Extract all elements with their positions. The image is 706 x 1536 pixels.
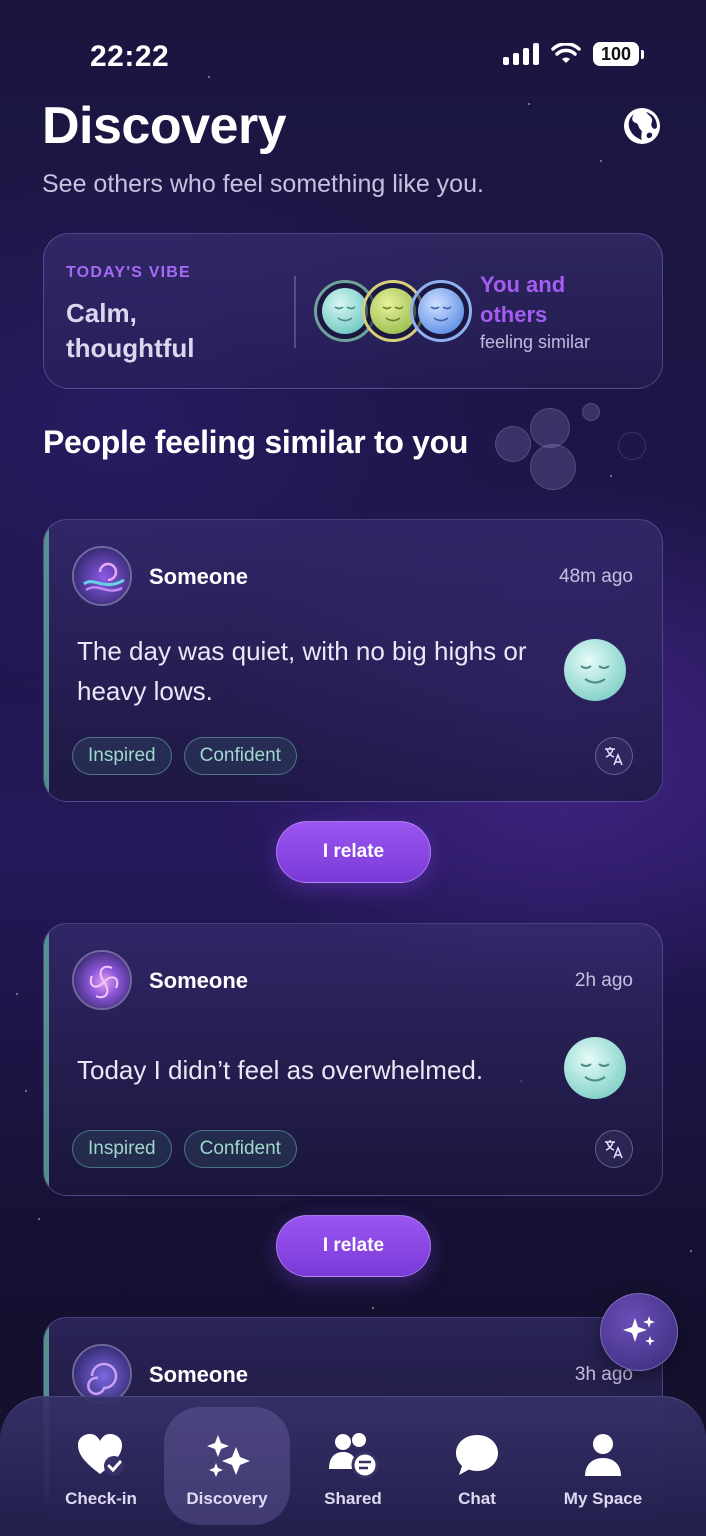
mood-tag: Confident — [183, 737, 297, 775]
post-time: 48m ago — [559, 566, 633, 587]
translate-button[interactable] — [595, 1130, 633, 1168]
post-text: The day was quiet, with no big highs or … — [77, 636, 527, 706]
battery-icon: 100 — [593, 42, 644, 66]
post-author: Someone — [149, 564, 249, 589]
ai-sparkle-button[interactable] — [600, 1293, 678, 1371]
translate-icon — [605, 747, 623, 766]
post-tags: Inspired Confident — [72, 737, 297, 775]
vibe-others-title: You and others — [480, 272, 566, 327]
vibe-value: Calm, thoughtful — [66, 298, 195, 363]
status-time: 22:22 — [90, 40, 170, 73]
post-tags: Inspired Confident — [72, 1130, 297, 1168]
calm-face-icon — [564, 639, 626, 701]
nav-item-chat[interactable]: Chat — [414, 1397, 540, 1527]
battery-level: 100 — [593, 42, 639, 66]
nav-label: Chat — [458, 1489, 496, 1508]
page-subtitle: See others who feel something like you. — [42, 170, 484, 198]
translate-icon — [605, 1140, 623, 1159]
heart-check-icon — [78, 1434, 124, 1476]
bubble-decoration — [495, 426, 531, 462]
calm-face-icon — [564, 1037, 626, 1099]
nav-label: My Space — [563, 1489, 643, 1508]
status-indicators: 100 — [503, 42, 644, 66]
vibe-divider — [294, 276, 296, 348]
post-time: 2h ago — [574, 970, 633, 991]
mood-tag: Inspired — [72, 1130, 172, 1168]
vibe-label: TODAY'S VIBE — [66, 264, 191, 281]
similar-faces — [314, 280, 472, 344]
globe-icon[interactable] — [622, 106, 662, 146]
people-chat-icon — [329, 1433, 379, 1479]
post-card[interactable]: Someone 48m ago The day was quiet, with … — [43, 519, 663, 802]
translate-button[interactable] — [595, 737, 633, 775]
page-title: Discovery — [42, 97, 287, 155]
sparkles-icon — [623, 1316, 655, 1346]
bubble-decoration — [582, 403, 600, 421]
bottom-nav: Check-in Discovery Shared Chat My Space — [0, 1396, 706, 1536]
sparkles-icon — [207, 1435, 250, 1477]
bubble-decoration — [530, 408, 570, 448]
mood-tag: Inspired — [72, 737, 172, 775]
cellular-signal-icon — [503, 43, 539, 65]
section-title: People feeling similar to you — [43, 424, 469, 460]
face-icon-blue — [410, 280, 472, 342]
nav-label: Shared — [324, 1489, 382, 1508]
bubble-decoration — [618, 432, 646, 460]
vibe-others-subtitle: feeling similar — [480, 332, 591, 352]
nav-label: Discovery — [186, 1489, 268, 1508]
post-card[interactable]: Someone 2h ago Today I didn’t feel as ov… — [43, 923, 663, 1196]
post-author: Someone — [149, 968, 249, 993]
todays-vibe-card[interactable]: TODAY'S VIBE Calm, thoughtful You and ot… — [43, 233, 663, 389]
nav-item-shared[interactable]: Shared — [290, 1397, 416, 1527]
avatar — [72, 950, 132, 1010]
post-author: Someone — [149, 1362, 249, 1387]
post-text: Today I didn’t feel as overwhelmed. — [77, 1055, 484, 1085]
chat-bubble-icon — [456, 1435, 498, 1475]
nav-item-discovery[interactable]: Discovery — [164, 1397, 290, 1527]
wifi-icon — [551, 43, 581, 63]
person-icon — [585, 1434, 621, 1476]
mood-tag: Confident — [183, 1130, 297, 1168]
avatar — [72, 1344, 132, 1404]
i-relate-button[interactable]: I relate — [276, 821, 431, 883]
nav-label: Check-in — [65, 1489, 137, 1508]
nav-item-my-space[interactable]: My Space — [540, 1397, 666, 1527]
bubble-decoration — [530, 444, 576, 490]
i-relate-button[interactable]: I relate — [276, 1215, 431, 1277]
avatar — [72, 546, 132, 606]
nav-item-check-in[interactable]: Check-in — [38, 1397, 164, 1527]
